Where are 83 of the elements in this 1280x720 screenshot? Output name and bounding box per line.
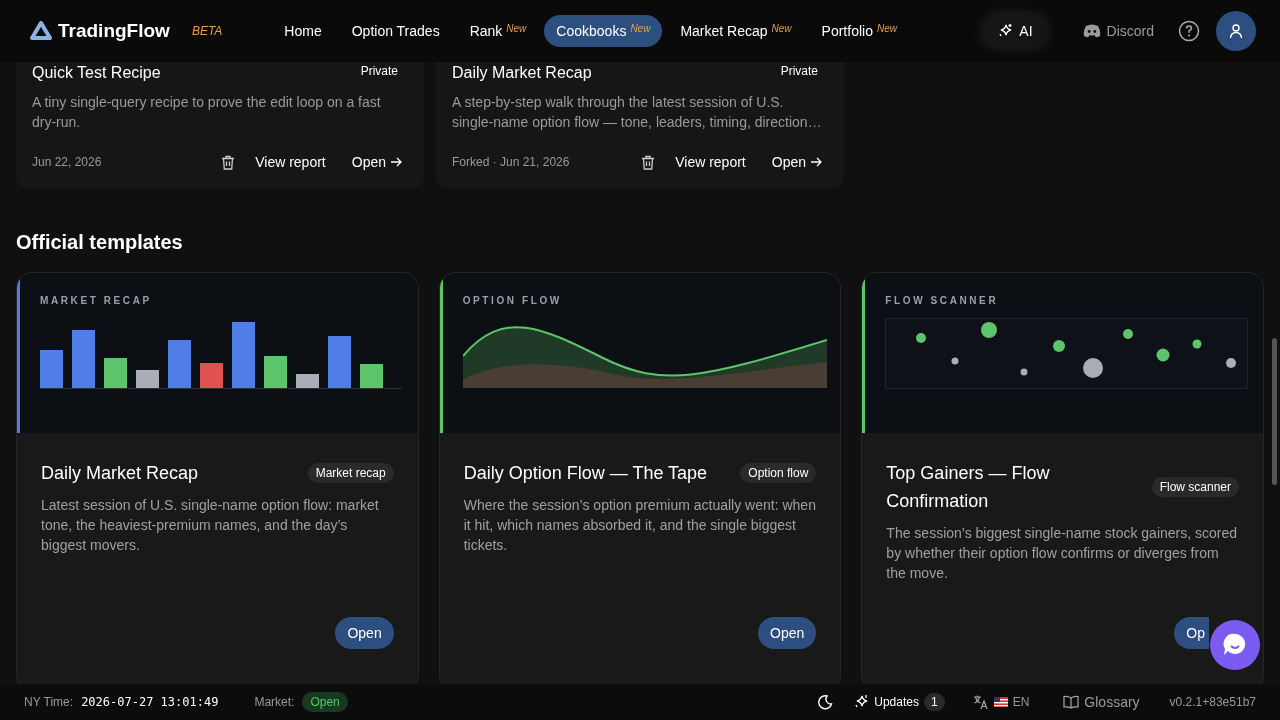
arrow-icon — [391, 157, 402, 167]
preview-label: MARKET RECAP — [40, 295, 153, 306]
time-label: NY Time: — [24, 695, 74, 709]
data-point — [1192, 339, 1202, 349]
open-link[interactable]: Open — [765, 154, 828, 170]
open-button[interactable]: Open — [335, 617, 394, 649]
open-button[interactable]: Op — [1174, 617, 1209, 649]
bar — [200, 363, 223, 388]
market-status: Open — [302, 692, 348, 712]
recipe-description: A step-by-step walk through the latest session of U.S. single-name option flow — tone, leaders, timing, direction… — [452, 93, 823, 132]
sparkle-icon — [997, 23, 1014, 39]
template-description: Where the session’s option premium actually went: when it hit, which names absorbed it, and the single biggest tickets. — [463, 496, 817, 555]
beta-label: BETA — [191, 24, 223, 38]
nav-tab[interactable]: Cookbooks New — [544, 15, 663, 47]
nav-tab[interactable]: Rank New — [457, 15, 539, 47]
scrollbar[interactable] — [1272, 338, 1277, 485]
language-label[interactable]: EN — [1012, 695, 1030, 709]
bar — [296, 374, 319, 388]
flag-icon — [993, 697, 1008, 707]
visibility-label: Private — [780, 64, 818, 78]
bar — [136, 370, 159, 388]
logo-icon — [30, 21, 52, 41]
moon-icon[interactable] — [817, 694, 834, 710]
bar — [264, 356, 287, 388]
avatar-button[interactable] — [1216, 11, 1256, 51]
market-label: Market: — [254, 695, 295, 709]
open-button[interactable]: Open — [758, 617, 817, 649]
bar — [168, 340, 191, 388]
category-tag: Market recap — [307, 463, 394, 483]
view-report-link[interactable]: View report — [669, 154, 752, 170]
arrow-icon — [811, 157, 822, 167]
updates-button[interactable]: Updates 1 — [847, 692, 951, 712]
delete-icon[interactable] — [641, 154, 656, 170]
data-point — [916, 333, 927, 343]
nav-tab[interactable]: Market Recap New — [668, 15, 804, 47]
preview-label: OPTION FLOW — [462, 295, 563, 306]
section-title: Official templates — [16, 231, 184, 254]
data-point — [1156, 348, 1170, 362]
bar — [72, 330, 95, 388]
help-icon[interactable] — [1178, 20, 1200, 42]
glossary-button[interactable]: Glossary — [1057, 693, 1146, 711]
version-label: v0.2.1+83e51b7 — [1169, 695, 1256, 709]
sparkle-icon — [853, 694, 870, 710]
bar — [40, 350, 63, 388]
open-link[interactable]: Open — [345, 154, 408, 170]
book-icon — [1063, 695, 1080, 709]
recipe-title: Quick Test Recipe — [32, 64, 161, 82]
data-point — [981, 322, 998, 338]
nav-tab[interactable]: Home — [272, 15, 334, 47]
bar — [328, 336, 351, 388]
nav-tab[interactable]: Portfolio New — [809, 15, 909, 47]
brand-name: TradingFlow — [58, 20, 170, 42]
delete-icon[interactable] — [221, 154, 236, 170]
template-description: Latest session of U.S. single-name option flow: market tone, the heaviest-premium names, and the day’s biggest movers. — [41, 496, 380, 555]
visibility-label: Private — [360, 64, 398, 78]
data-point — [1123, 329, 1134, 339]
recipe-description: A tiny single-query recipe to prove the edit loop on a fast dry-run. — [32, 93, 382, 132]
data-point — [1226, 358, 1237, 368]
ai-button[interactable]: AI — [983, 15, 1047, 47]
recipe-title: Daily Market Recap — [452, 64, 592, 82]
recipe-date: Forked · Jun 21, 2026 — [452, 155, 571, 169]
user-icon — [1228, 23, 1244, 39]
preview-label: FLOW SCANNER — [885, 295, 1000, 306]
data-point — [1053, 340, 1066, 352]
bar — [232, 322, 255, 388]
category-tag: Flow scanner — [1151, 477, 1239, 497]
translate-icon[interactable] — [972, 694, 989, 710]
category-tag: Option flow — [740, 463, 817, 483]
data-point — [1020, 368, 1028, 376]
time-value: 2026-07-27 13:01:49 — [81, 695, 219, 709]
discord-link[interactable]: Discord — [1076, 22, 1160, 40]
data-point — [951, 357, 959, 365]
template-title: Daily Market Recap — [41, 462, 200, 485]
discord-icon — [1082, 24, 1101, 38]
template-title: Daily Option Flow — The Tape — [463, 462, 709, 485]
data-point — [1083, 358, 1104, 378]
recipe-date: Jun 22, 2026 — [32, 155, 103, 169]
bar — [360, 364, 383, 388]
nav-tab[interactable]: Option Trades — [339, 15, 452, 47]
bar — [104, 358, 127, 388]
view-report-link[interactable]: View report — [249, 154, 332, 170]
template-title: Top Gainers — Flow Confirmation — [886, 462, 1051, 513]
template-description: The session’s biggest single-name stock gainers, scored by whether their option flow confirms or diverges from the move. — [886, 524, 1239, 583]
